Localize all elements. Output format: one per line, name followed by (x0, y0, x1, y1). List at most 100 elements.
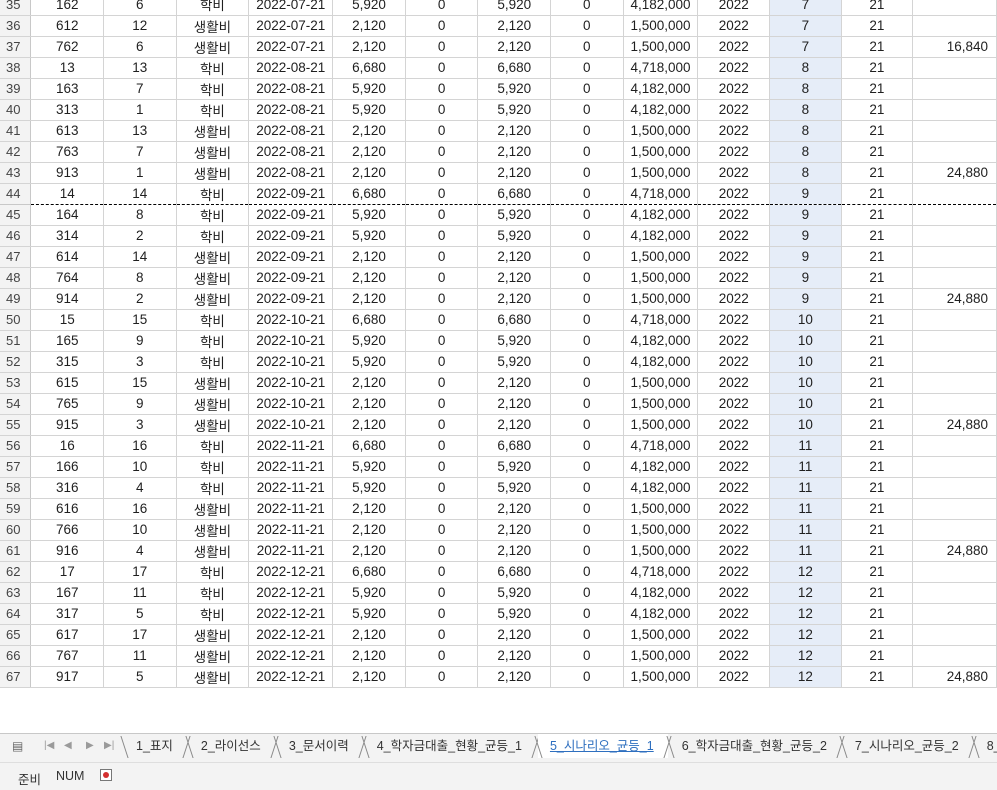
cell[interactable]: 5,920 (477, 456, 552, 478)
cell[interactable]: 5,920 (477, 225, 552, 247)
cell[interactable]: 학비 (176, 57, 250, 79)
cell[interactable]: 2022-10-21 (248, 351, 334, 373)
cell[interactable]: 생활비 (176, 15, 250, 37)
cell[interactable]: 생활비 (176, 540, 250, 562)
next-sheet-icon[interactable]: ▶ (86, 740, 94, 751)
cell[interactable]: 21 (841, 36, 914, 58)
cell[interactable]: 10 (103, 456, 177, 478)
cell[interactable]: 0 (550, 330, 624, 352)
cell[interactable] (912, 15, 997, 37)
cell[interactable]: 6,680 (332, 57, 406, 79)
cell[interactable] (912, 645, 997, 667)
cell[interactable]: 1,500,000 (623, 498, 699, 520)
cell[interactable]: 21 (841, 15, 914, 37)
cell[interactable]: 1,500,000 (623, 15, 699, 37)
cell[interactable]: 162 (30, 0, 105, 16)
cell[interactable]: 765 (30, 393, 105, 415)
cell[interactable]: 2,120 (332, 288, 406, 310)
cell[interactable]: 2,120 (477, 246, 552, 268)
cell[interactable]: 8 (769, 78, 842, 100)
cell[interactable]: 5,920 (332, 477, 406, 499)
cell[interactable]: 0 (550, 225, 624, 247)
cell[interactable]: 10 (769, 351, 842, 373)
cell[interactable]: 21 (841, 309, 914, 331)
cell[interactable]: 21 (841, 435, 914, 457)
cell[interactable]: 2,120 (477, 414, 552, 436)
cell[interactable]: 0 (550, 0, 624, 16)
sheet-tab[interactable]: 3_문서이력 (277, 734, 363, 758)
cell[interactable]: 8 (103, 267, 177, 289)
cell[interactable]: 학비 (176, 456, 250, 478)
sheet-list-icon[interactable]: ▤ (12, 739, 23, 753)
cell[interactable]: 17 (30, 561, 105, 583)
cell[interactable]: 2022 (697, 246, 771, 268)
cell[interactable]: 학비 (176, 99, 250, 121)
row-header[interactable]: 45 (0, 204, 32, 226)
cell[interactable]: 2,120 (332, 141, 406, 163)
cell[interactable]: 0 (405, 666, 479, 688)
cell[interactable]: 21 (841, 372, 914, 394)
cell[interactable]: 0 (550, 351, 624, 373)
cell[interactable]: 0 (550, 645, 624, 667)
cell[interactable]: 5,920 (477, 78, 552, 100)
cell[interactable]: 4,182,000 (623, 225, 699, 247)
cell[interactable]: 0 (405, 120, 479, 142)
cell[interactable]: 2022-09-21 (248, 267, 334, 289)
cell[interactable]: 11 (769, 540, 842, 562)
cell[interactable]: 4,182,000 (623, 351, 699, 373)
cell[interactable]: 2022-12-21 (248, 603, 334, 625)
cell[interactable]: 0 (405, 204, 479, 226)
cell[interactable]: 2,120 (332, 624, 406, 646)
cell[interactable]: 4,182,000 (623, 477, 699, 499)
cell[interactable]: 14 (103, 183, 177, 205)
cell[interactable]: 0 (550, 246, 624, 268)
cell[interactable]: 0 (550, 57, 624, 79)
cell[interactable]: 2 (103, 288, 177, 310)
cell[interactable]: 5 (103, 666, 177, 688)
cell[interactable] (912, 141, 997, 163)
cell[interactable]: 2,120 (477, 393, 552, 415)
cell[interactable] (912, 99, 997, 121)
cell[interactable]: 2022-12-21 (248, 645, 334, 667)
cell[interactable]: 0 (550, 162, 624, 184)
cell[interactable]: 5,920 (477, 477, 552, 499)
cell[interactable]: 학비 (176, 309, 250, 331)
cell[interactable]: 2022-11-21 (248, 456, 334, 478)
cell[interactable]: 0 (550, 435, 624, 457)
cell[interactable]: 2022-10-21 (248, 372, 334, 394)
cell[interactable]: 0 (405, 162, 479, 184)
cell[interactable]: 2022 (697, 603, 771, 625)
cell[interactable]: 21 (841, 351, 914, 373)
sheet-tab[interactable]: 4_학자금대출_현황_균등_1 (365, 734, 536, 758)
last-sheet-icon[interactable]: ▶| (104, 740, 114, 751)
cell[interactable]: 0 (405, 246, 479, 268)
cell[interactable]: 164 (30, 204, 105, 226)
cell[interactable]: 11 (769, 519, 842, 541)
cell[interactable]: 생활비 (176, 624, 250, 646)
cell[interactable]: 9 (103, 393, 177, 415)
cell[interactable]: 21 (841, 624, 914, 646)
cell[interactable]: 2022 (697, 288, 771, 310)
cell[interactable]: 317 (30, 603, 105, 625)
cell[interactable]: 생활비 (176, 120, 250, 142)
cell[interactable]: 10 (769, 414, 842, 436)
cell[interactable]: 4 (103, 477, 177, 499)
cell[interactable]: 1,500,000 (623, 519, 699, 541)
cell[interactable]: 0 (405, 519, 479, 541)
cell[interactable]: 167 (30, 582, 105, 604)
cell[interactable]: 2022 (697, 204, 771, 226)
cell[interactable]: 2022-11-21 (248, 540, 334, 562)
cell[interactable]: 915 (30, 414, 105, 436)
cell[interactable]: 12 (769, 582, 842, 604)
row-header[interactable]: 67 (0, 666, 32, 688)
cell[interactable]: 2022-09-21 (248, 288, 334, 310)
cell[interactable]: 12 (769, 561, 842, 583)
cell[interactable]: 생활비 (176, 372, 250, 394)
cell[interactable]: 2,120 (332, 372, 406, 394)
cell[interactable] (912, 309, 997, 331)
cell[interactable]: 0 (550, 456, 624, 478)
cell[interactable]: 2,120 (477, 624, 552, 646)
cell[interactable]: 16,840 (912, 36, 997, 58)
cell[interactable]: 2022-07-21 (248, 0, 334, 16)
cell[interactable]: 7 (769, 0, 842, 16)
